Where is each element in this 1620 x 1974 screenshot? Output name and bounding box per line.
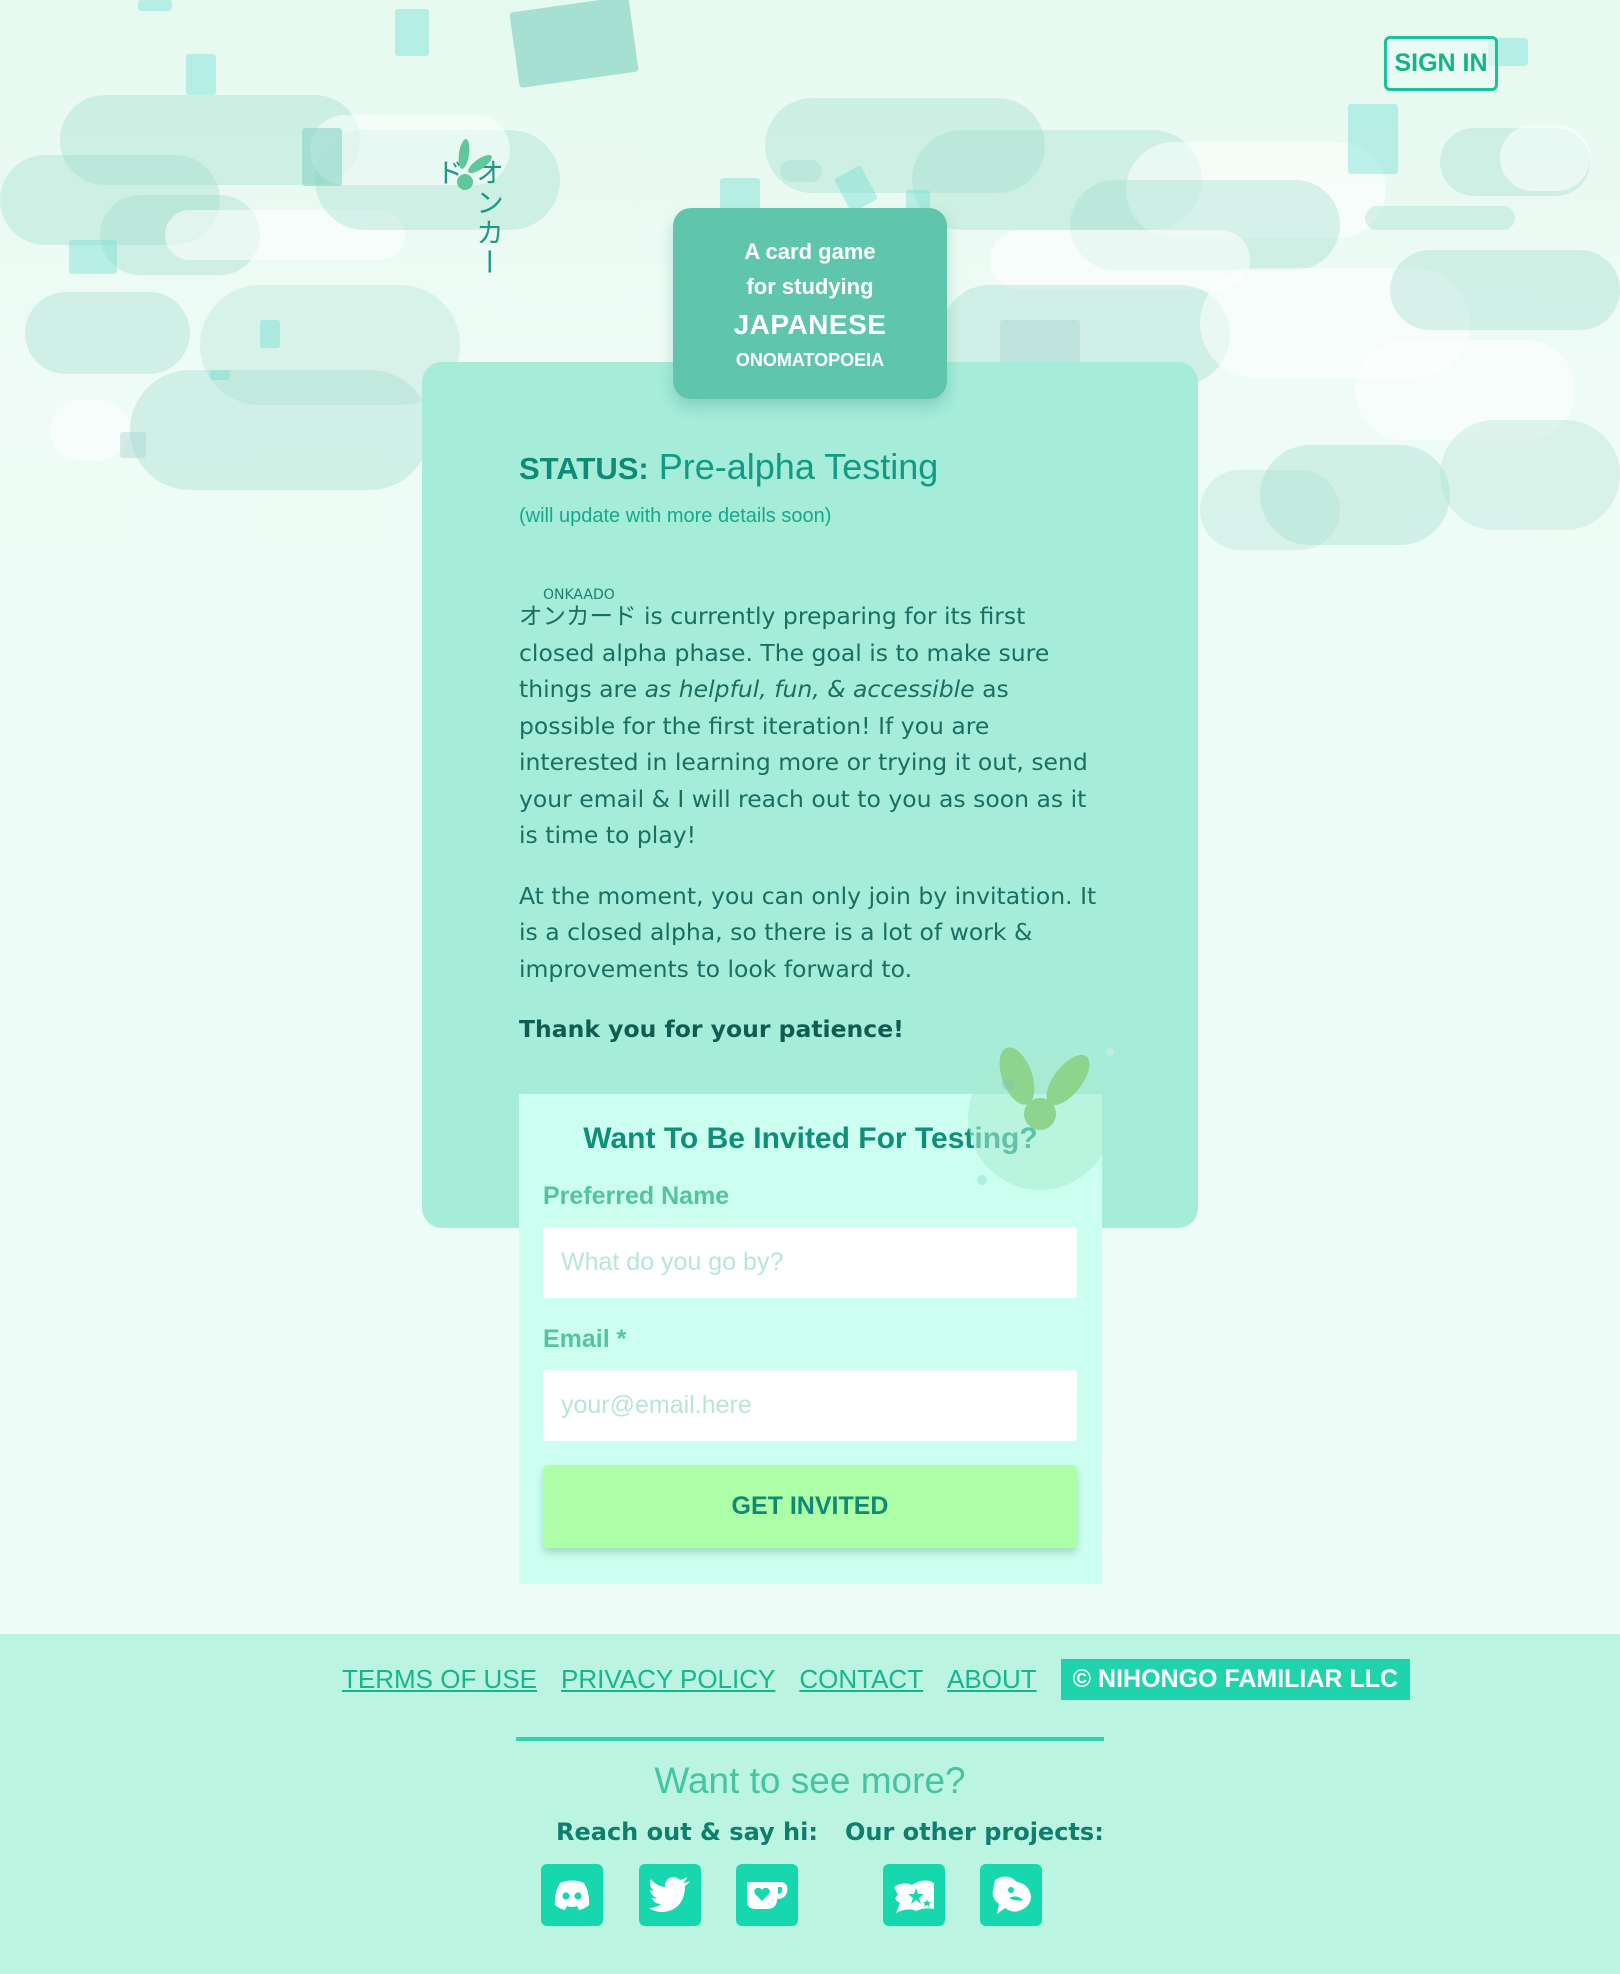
status-label: STATUS: [519,451,649,486]
contact-link[interactable]: CONTACT [799,1664,923,1695]
email-input[interactable] [543,1370,1077,1441]
about-link[interactable]: ABOUT [947,1664,1037,1695]
preferred-name-input[interactable] [543,1227,1077,1298]
kofi-link[interactable] [736,1864,798,1926]
discord-icon [554,1880,590,1910]
tagline-line1: A card game [744,239,876,264]
tagline-line2: for studying [746,274,874,299]
footer-divider [516,1737,1104,1741]
tagline-line4: ONOMATOPOEIA [735,350,885,370]
sign-in-button[interactable]: SIGN IN [1384,36,1498,91]
project-bird-icon [992,1876,1031,1914]
discord-link[interactable] [541,1864,603,1926]
footer-links: TERMS OF USE PRIVACY POLICY CONTACT ABOU… [342,1658,1411,1700]
see-more-heading: Want to see more? [654,1760,966,1801]
email-label: Email * [543,1325,627,1353]
tagline-line3: JAPANESE [733,309,887,340]
get-invited-button[interactable]: GET INVITED [543,1465,1077,1548]
kofi-icon [747,1882,788,1909]
paragraph-1-emphasis: as helpful, fun, & accessible [644,675,975,703]
sprout-logo-icon [457,139,492,190]
status-value: Pre-alpha Testing [658,446,939,487]
twitter-link[interactable] [639,1864,701,1926]
status-note: (will update with more details soon) [519,505,832,527]
footer: TERMS OF USE PRIVACY POLICY CONTACT ABOU… [0,1634,1620,1974]
status-heading: STATUS: Pre-alpha Testing [519,446,938,488]
reach-out-heading: Reach out & say hi: [556,1818,818,1846]
sprout-decoration-icon [968,1046,1114,1190]
project-stars-icon [894,1880,934,1913]
tagline-card: A card game for studying JAPANESE ONOMAT… [673,208,947,399]
project-stars-link[interactable] [883,1864,945,1926]
paragraph-1: オンカード is currently preparing for its fir… [519,598,1104,854]
onkaado-logo[interactable]: オンカード [422,136,505,296]
name-label: Preferred Name [543,1182,730,1210]
copyright-badge: © NIHONGO FAMILIAR LLC [1060,1658,1411,1700]
paragraph-2: At the moment, you can only join by invi… [519,881,1097,983]
terms-of-use-link[interactable]: TERMS OF USE [342,1664,537,1695]
twitter-icon [649,1877,690,1912]
privacy-policy-link[interactable]: PRIVACY POLICY [561,1664,775,1695]
project-bird-link[interactable] [980,1864,1042,1926]
brand-name: オンカード [519,602,637,630]
description: オンカード is currently preparing for its fir… [519,598,1104,1072]
other-projects-heading: Our other projects: [845,1818,1104,1846]
